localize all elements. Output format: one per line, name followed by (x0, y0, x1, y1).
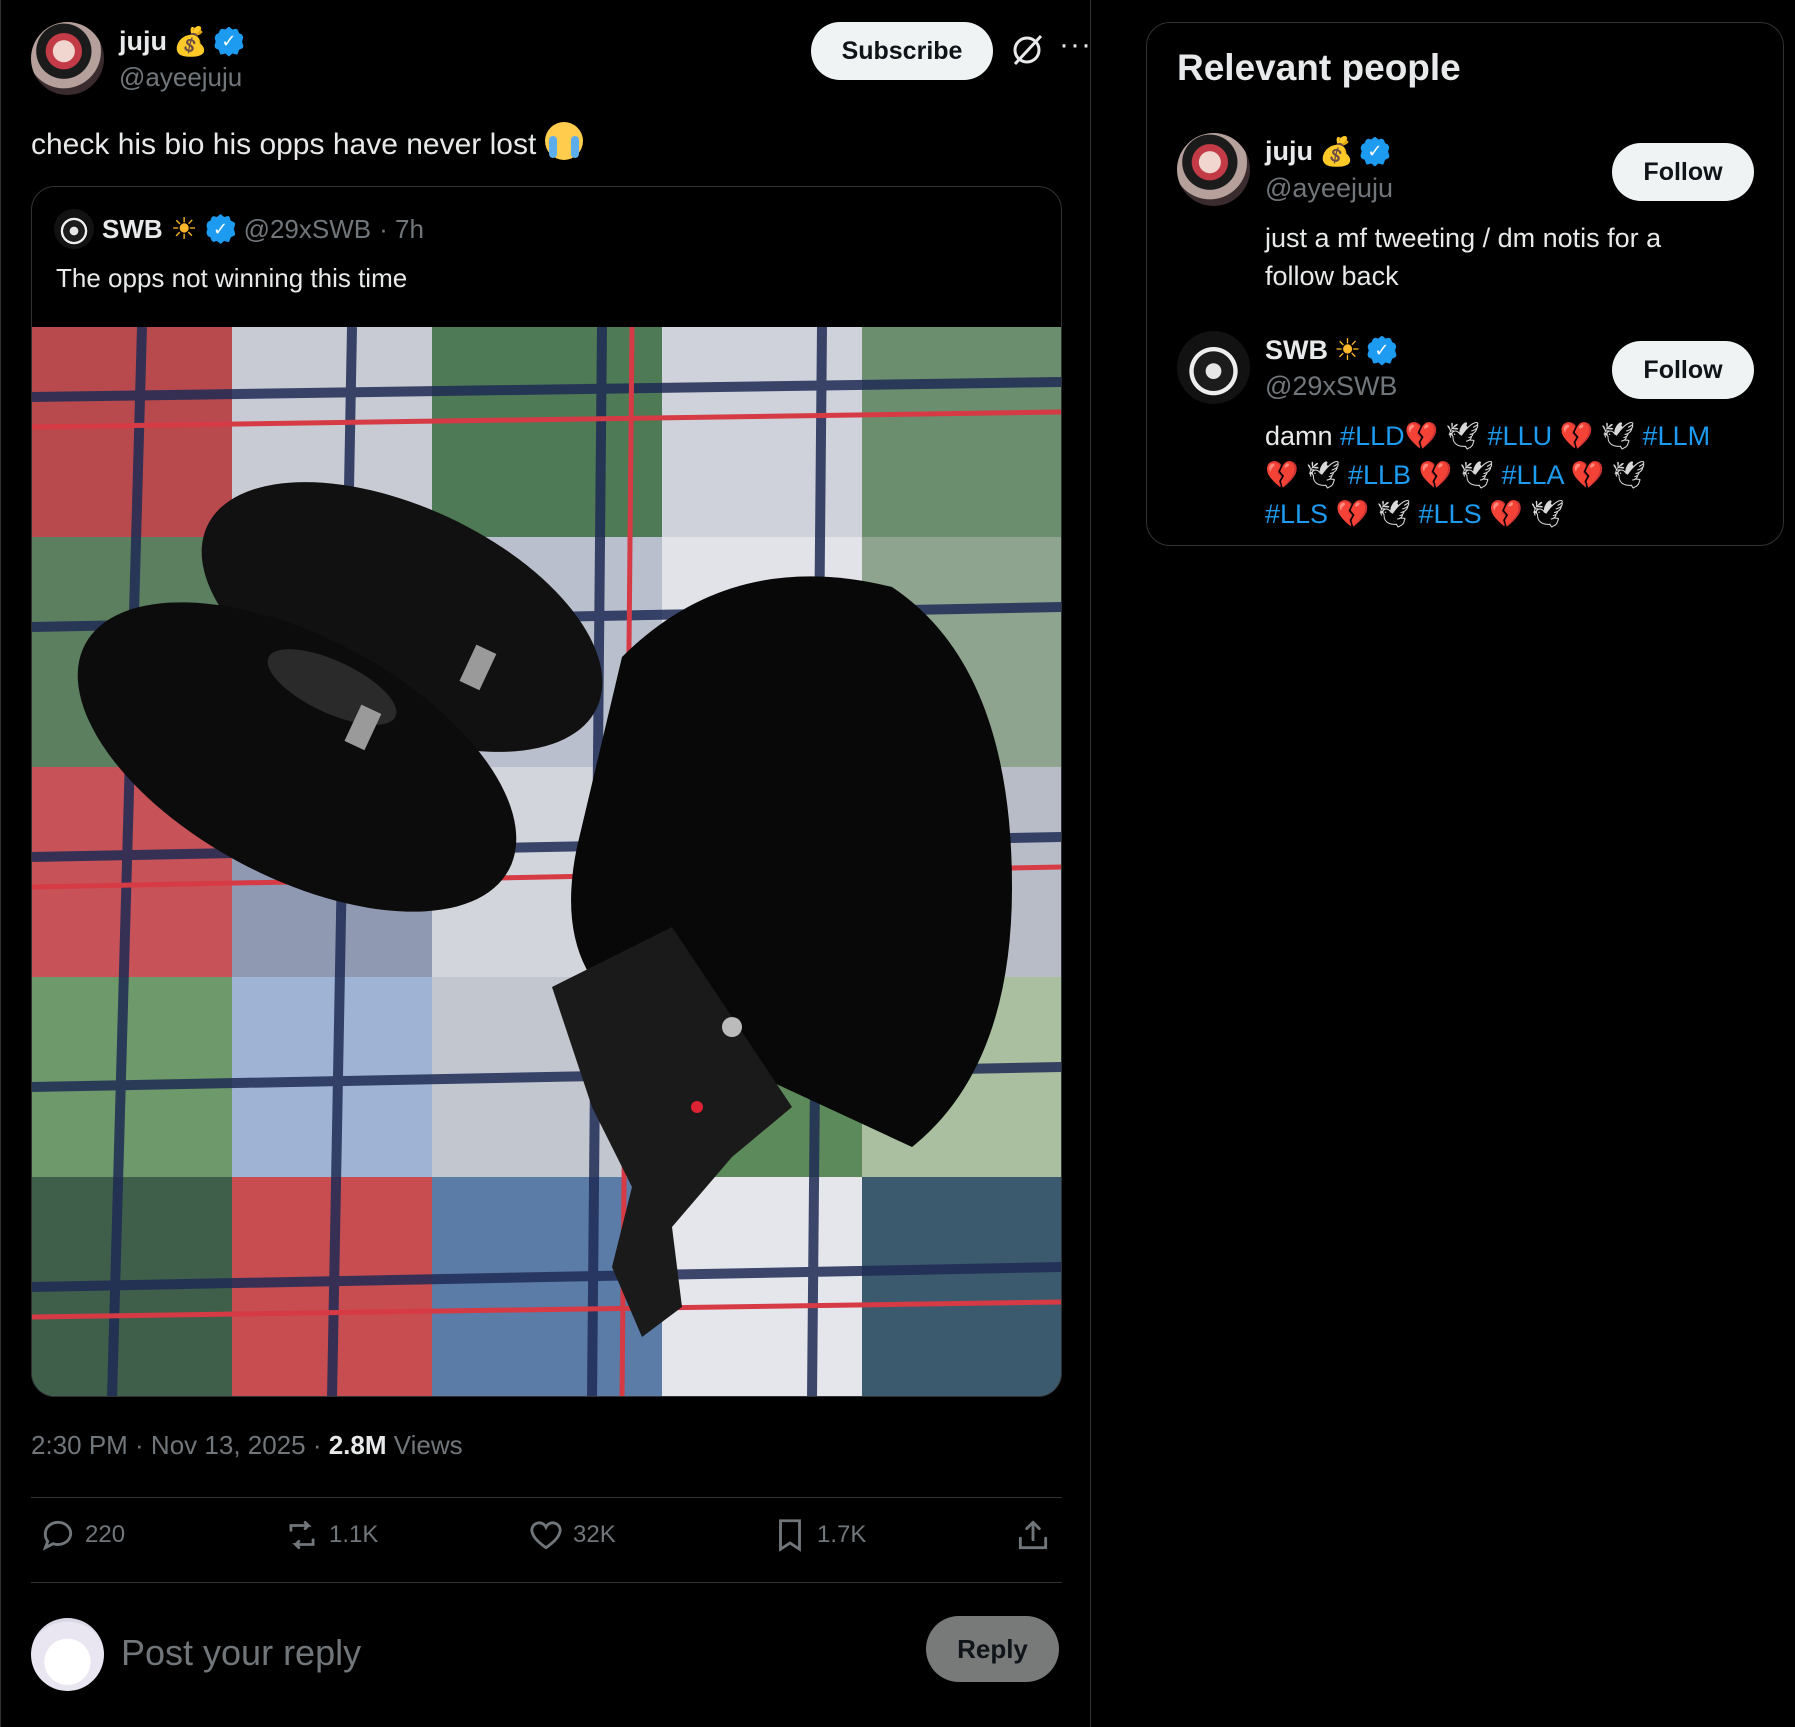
views-count: 2.8M (328, 1430, 387, 1460)
dove-emoji: 🕊 (1445, 421, 1481, 452)
post-text-content: check his bio his opps have never lost (31, 128, 537, 161)
relevant-people-card: Relevant people juju 💰 ✓ @ayeejuju Follo… (1146, 22, 1784, 546)
verified-badge-icon: ✓ (213, 26, 244, 57)
relevant-person[interactable]: juju 💰 ✓ @ayeejuju Follow just a mf twee… (1177, 133, 1767, 303)
broken-heart-emoji: 💔 (1559, 421, 1594, 452)
hashtag-link[interactable]: #LLS (1419, 499, 1482, 529)
crying-face-emoji (544, 122, 583, 160)
follow-button[interactable]: Follow (1612, 341, 1754, 399)
person-name-row[interactable]: SWB ☀ ✓ (1265, 333, 1397, 368)
hashtag-link[interactable]: #LLM (1643, 421, 1711, 451)
broken-heart-emoji: 💔 (1570, 460, 1605, 491)
post-timestamp[interactable]: 2:30 PM · Nov 13, 2025 · (31, 1430, 329, 1460)
person-name[interactable]: SWB (1265, 335, 1328, 366)
primary-column: juju 💰 ✓ @ayeejuju Subscribe ··· check h… (0, 0, 1091, 1727)
broken-heart-emoji: 💔 (1265, 460, 1299, 491)
divider (31, 1497, 1062, 1498)
hashtag-link[interactable]: #LLA (1501, 460, 1563, 490)
repost-action[interactable]: 1.1K (283, 1516, 378, 1554)
person-name-row[interactable]: juju 💰 ✓ (1265, 135, 1390, 168)
person-name[interactable]: juju (1265, 136, 1313, 167)
dove-emoji: 🕊 (1530, 499, 1565, 530)
hashtag-link[interactable]: #LLU (1488, 421, 1553, 451)
quoted-post-image[interactable] (32, 327, 1062, 1397)
money-bag-emoji: 💰 (173, 25, 208, 58)
reply-button[interactable]: Reply (926, 1616, 1059, 1682)
person-handle[interactable]: @ayeejuju (1265, 173, 1393, 204)
quoted-post-age: · 7h (379, 213, 424, 244)
author-name-row[interactable]: juju 💰 ✓ (119, 25, 244, 58)
quoted-author-name[interactable]: SWB (102, 214, 163, 245)
broken-heart-emoji: 💔 (1489, 499, 1523, 530)
action-bar: 220 1.1K 32K 1.7K (31, 1516, 1062, 1566)
hashtag-link[interactable]: #LLB (1348, 460, 1411, 490)
quoted-post-header: SWB ☀ ✓ @29xSWB · 7h (54, 209, 424, 249)
views-label: Views (386, 1430, 463, 1460)
person-avatar[interactable] (1177, 133, 1250, 206)
quoted-author-avatar[interactable] (54, 209, 94, 249)
dove-emoji: 🕊 (1376, 499, 1411, 530)
hashtag-link[interactable]: #LLD (1340, 421, 1405, 451)
reply-count: 220 (85, 1521, 126, 1548)
person-handle[interactable]: @29xSWB (1265, 371, 1397, 402)
hashtag-link[interactable]: #LLS (1265, 499, 1328, 529)
like-action[interactable]: 32K (527, 1516, 616, 1554)
follow-button[interactable]: Follow (1612, 143, 1754, 201)
reply-composer: Reply (31, 1614, 1062, 1692)
verified-badge-icon: ✓ (1366, 335, 1397, 366)
repost-count: 1.1K (329, 1521, 379, 1548)
quoted-post[interactable]: SWB ☀ ✓ @29xSWB · 7h The opps not winnin… (31, 186, 1062, 1397)
bookmark-action[interactable]: 1.7K (771, 1516, 866, 1554)
post-text: check his bio his opps have never lost (31, 122, 583, 162)
broken-heart-emoji: 💔 (1335, 499, 1370, 530)
more-options-icon[interactable]: ··· (1059, 28, 1092, 62)
person-bio: damn #LLD💔 🕊 #LLU 💔 🕊 #LLM 💔 🕊 #LLB 💔 🕊 … (1265, 417, 1715, 534)
share-icon (1018, 1520, 1048, 1550)
relevant-person[interactable]: SWB ☀ ✓ @29xSWB Follow damn #LLD💔 🕊 #LLU… (1177, 331, 1767, 531)
grok-icon[interactable] (1009, 32, 1045, 68)
broken-heart-emoji: 💔 (1404, 421, 1439, 452)
dove-emoji: 🕊 (1459, 460, 1494, 491)
person-bio: just a mf tweeting / dm notis for a foll… (1265, 223, 1662, 291)
broken-heart-emoji: 💔 (1418, 460, 1453, 491)
dove-emoji: 🕊 (1611, 460, 1646, 491)
reply-input[interactable] (121, 1628, 821, 1678)
subscribe-button[interactable]: Subscribe (811, 22, 993, 80)
person-avatar[interactable] (1177, 331, 1250, 404)
author-avatar[interactable] (31, 22, 104, 95)
card-title: Relevant people (1177, 47, 1461, 88)
verified-badge-icon: ✓ (205, 214, 236, 244)
quoted-author-handle: @29xSWB (243, 213, 372, 244)
sun-emoji: ☀ (170, 211, 198, 247)
reply-action[interactable]: 220 (39, 1516, 125, 1554)
post-header: juju 💰 ✓ @ayeejuju Subscribe ··· (31, 22, 1091, 96)
dove-emoji: 🕊 (1600, 421, 1636, 452)
sun-emoji: ☀ (1334, 333, 1361, 368)
dove-emoji: 🕊 (1306, 460, 1341, 491)
bio-text: damn (1265, 421, 1341, 451)
money-bag-emoji: 💰 (1319, 135, 1354, 168)
repost-icon (289, 1520, 315, 1550)
post-meta: 2:30 PM · Nov 13, 2025 · 2.8M Views (31, 1430, 463, 1461)
bookmark-icon (779, 1519, 801, 1552)
author-handle[interactable]: @ayeejuju (119, 62, 242, 93)
bookmark-count: 1.7K (817, 1521, 867, 1548)
author-name[interactable]: juju (119, 26, 167, 57)
verified-badge-icon: ✓ (1359, 136, 1390, 167)
like-count: 32K (573, 1521, 616, 1548)
divider (31, 1582, 1062, 1583)
reply-icon (42, 1520, 73, 1551)
quoted-post-text: The opps not winning this time (56, 263, 408, 293)
share-action[interactable] (1014, 1516, 1052, 1554)
heart-icon (530, 1521, 562, 1550)
user-avatar[interactable] (31, 1618, 104, 1691)
